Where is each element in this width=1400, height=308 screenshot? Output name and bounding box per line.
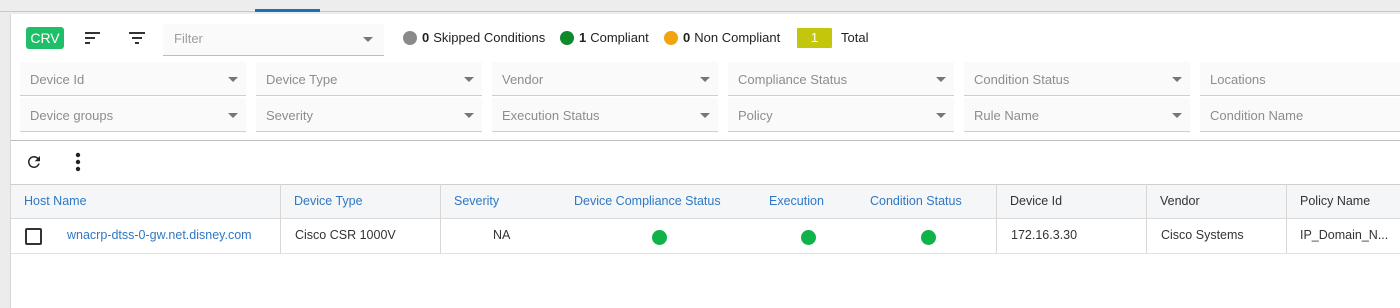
compliant-dot bbox=[560, 30, 574, 45]
policy-filter-label: Policy bbox=[738, 108, 773, 123]
rule-name-filter-label: Rule Name bbox=[974, 108, 1040, 123]
execution-status-filter[interactable]: Execution Status bbox=[492, 98, 718, 132]
compliant-count: 1 bbox=[579, 30, 587, 45]
locations-filter-label: Locations bbox=[1210, 72, 1266, 87]
chevron-down-icon bbox=[228, 77, 238, 82]
device-id-cell: 172.16.3.30 bbox=[1011, 228, 1078, 242]
non-compliant-count: 0 bbox=[683, 30, 691, 45]
execution-status-dot bbox=[801, 230, 816, 245]
filter-placeholder: Filter bbox=[174, 31, 203, 46]
non-compliant-stat: 0 Non Compliant bbox=[664, 30, 780, 45]
chevron-down-icon bbox=[936, 77, 946, 82]
col-device-type[interactable]: Device Type bbox=[294, 185, 363, 220]
compliance-status-filter[interactable]: Compliance Status bbox=[728, 62, 954, 96]
skipped-dot bbox=[403, 30, 417, 45]
device-id-filter[interactable]: Device Id bbox=[20, 62, 246, 96]
device-type-filter[interactable]: Device Type bbox=[256, 62, 482, 96]
table-header: Host Name Device Type Severity Device Co… bbox=[11, 184, 1400, 219]
col-execution[interactable]: Execution bbox=[769, 185, 824, 220]
locations-filter[interactable]: Locations bbox=[1200, 62, 1400, 96]
condition-status-dot bbox=[921, 230, 936, 245]
chevron-down-icon bbox=[1172, 113, 1182, 118]
vendor-filter-label: Vendor bbox=[502, 72, 544, 87]
col-device-compliance-status[interactable]: Device Compliance Status bbox=[574, 185, 721, 220]
crv-button[interactable]: CRV bbox=[26, 27, 64, 49]
sort-icon[interactable] bbox=[82, 27, 104, 49]
rule-name-filter[interactable]: Rule Name bbox=[964, 98, 1190, 132]
non-compliant-dot bbox=[664, 30, 678, 45]
compliance-status-dot bbox=[652, 230, 667, 245]
chevron-down-icon bbox=[1172, 77, 1182, 82]
total-label: Total bbox=[841, 30, 869, 45]
summary-toolbar: CRV Filter 0 Skipped Conditions 1 Compli… bbox=[11, 14, 1400, 62]
chevron-down-icon bbox=[936, 113, 946, 118]
top-tab-strip bbox=[0, 0, 1400, 12]
skipped-count: 0 bbox=[422, 30, 430, 45]
severity-cell: NA bbox=[493, 228, 511, 242]
table-row[interactable]: wnacrp-dtss-0-gw.net.disney.com Cisco CS… bbox=[11, 219, 1400, 254]
row-checkbox[interactable] bbox=[25, 228, 42, 245]
skipped-conditions-stat: 0 Skipped Conditions bbox=[403, 30, 545, 45]
chevron-down-icon bbox=[700, 77, 710, 82]
device-groups-filter[interactable]: Device groups bbox=[20, 98, 246, 132]
condition-name-filter[interactable]: Condition Name bbox=[1200, 98, 1400, 132]
filter-select[interactable]: Filter bbox=[163, 24, 384, 56]
host-name-link[interactable]: wnacrp-dtss-0-gw.net.disney.com bbox=[67, 219, 252, 254]
severity-filter[interactable]: Severity bbox=[256, 98, 482, 132]
device-type-filter-label: Device Type bbox=[266, 72, 338, 87]
non-compliant-label: Non Compliant bbox=[694, 30, 781, 45]
compliant-label: Compliant bbox=[590, 30, 649, 45]
condition-name-filter-label: Condition Name bbox=[1210, 108, 1304, 123]
device-groups-filter-label: Device groups bbox=[30, 108, 114, 123]
filter-icon[interactable] bbox=[126, 27, 148, 49]
execution-status-filter-label: Execution Status bbox=[502, 108, 600, 123]
chevron-down-icon bbox=[464, 77, 474, 82]
section-divider bbox=[11, 140, 1400, 141]
col-vendor[interactable]: Vendor bbox=[1160, 185, 1200, 220]
severity-filter-label: Severity bbox=[266, 108, 313, 123]
col-device-id[interactable]: Device Id bbox=[1010, 185, 1062, 220]
device-id-filter-label: Device Id bbox=[30, 72, 85, 87]
chevron-down-icon bbox=[464, 113, 474, 118]
policy-name-cell: IP_Domain_N... bbox=[1300, 228, 1389, 242]
vendor-cell: Cisco Systems bbox=[1161, 228, 1244, 242]
device-type-cell: Cisco CSR 1000V bbox=[295, 228, 396, 242]
condition-status-filter[interactable]: Condition Status bbox=[964, 62, 1190, 96]
col-policy-name[interactable]: Policy Name bbox=[1300, 185, 1370, 220]
total-badge: 1 bbox=[797, 28, 832, 48]
condition-status-filter-label: Condition Status bbox=[974, 72, 1070, 87]
more-vertical-icon[interactable] bbox=[67, 151, 89, 173]
chevron-down-icon bbox=[363, 37, 373, 42]
col-host-name[interactable]: Host Name bbox=[24, 185, 87, 220]
skipped-label: Skipped Conditions bbox=[433, 30, 546, 45]
chevron-down-icon bbox=[228, 113, 238, 118]
col-severity[interactable]: Severity bbox=[454, 185, 499, 220]
chevron-down-icon bbox=[700, 113, 710, 118]
vendor-filter[interactable]: Vendor bbox=[492, 62, 718, 96]
compliant-stat: 1 Compliant bbox=[560, 30, 649, 45]
compliance-panel: CRV Filter 0 Skipped Conditions 1 Compli… bbox=[10, 14, 1400, 308]
col-condition-status[interactable]: Condition Status bbox=[870, 185, 962, 220]
active-tab-indicator bbox=[255, 9, 320, 12]
refresh-icon[interactable] bbox=[23, 151, 45, 173]
compliance-status-filter-label: Compliance Status bbox=[738, 72, 848, 87]
policy-filter[interactable]: Policy bbox=[728, 98, 954, 132]
